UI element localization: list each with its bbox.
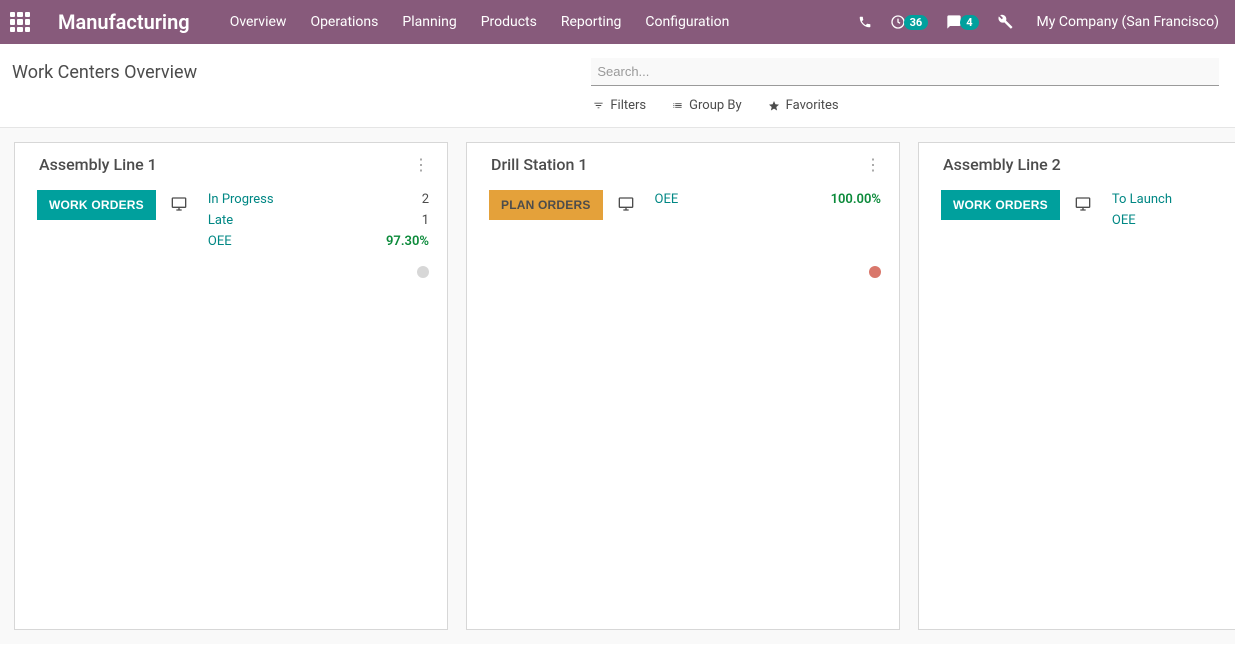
kebab-icon[interactable]: ⋮: [409, 157, 433, 173]
star-icon: [768, 100, 780, 112]
menu-overview[interactable]: Overview: [230, 14, 287, 30]
card-stats: In Progress 2 Late 1 OEE 97.30%: [208, 190, 429, 276]
phone-icon[interactable]: [858, 15, 872, 29]
messages-badge: 4: [960, 15, 978, 30]
stat-row: OEE: [1112, 213, 1219, 228]
card-title[interactable]: Drill Station 1: [491, 155, 587, 174]
workcenter-card: Assembly Line 2 WORK ORDERS To Launch OE…: [918, 142, 1235, 630]
stat-value: 100.00%: [831, 192, 881, 207]
work-orders-button[interactable]: WORK ORDERS: [37, 190, 156, 220]
stat-row: Late 1: [208, 213, 429, 228]
stat-label[interactable]: To Launch: [1112, 192, 1172, 207]
status-dot[interactable]: [869, 266, 881, 278]
monitor-icon[interactable]: [170, 196, 188, 212]
stat-row: OEE 97.30%: [208, 234, 429, 249]
stat-row: In Progress 2: [208, 192, 429, 207]
stat-label[interactable]: Late: [208, 213, 233, 228]
menu-planning[interactable]: Planning: [402, 14, 456, 30]
monitor-icon[interactable]: [617, 196, 635, 212]
filters-button[interactable]: Filters: [593, 98, 646, 113]
filters-label: Filters: [610, 98, 646, 113]
list-icon: [672, 100, 683, 111]
favorites-button[interactable]: Favorites: [768, 98, 839, 113]
kanban-board: Assembly Line 1 ⋮ WORK ORDERS In Progres…: [0, 128, 1235, 644]
activities-badge: 36: [904, 15, 929, 30]
work-orders-button[interactable]: WORK ORDERS: [941, 190, 1060, 220]
search-tools: Filters Group By Favorites: [591, 86, 1219, 127]
stat-value: 2: [422, 192, 429, 207]
filter-icon: [593, 100, 604, 111]
groupby-button[interactable]: Group By: [672, 98, 742, 113]
favorites-label: Favorites: [786, 98, 839, 113]
search-area: Filters Group By Favorites: [591, 58, 1219, 127]
topbar-right: 36 4 My Company (San Francisco): [858, 14, 1219, 30]
stat-value: 1: [422, 213, 429, 228]
messages-button[interactable]: 4: [946, 14, 978, 30]
apps-icon[interactable]: [10, 12, 30, 32]
stat-label[interactable]: OEE: [1112, 213, 1136, 228]
kebab-icon[interactable]: ⋮: [861, 157, 885, 173]
stat-label[interactable]: In Progress: [208, 192, 274, 207]
workcenter-card: Drill Station 1 ⋮ PLAN ORDERS OEE 100.00…: [466, 142, 900, 630]
stat-row: To Launch: [1112, 192, 1219, 207]
plan-orders-button[interactable]: PLAN ORDERS: [489, 190, 603, 220]
status-dot[interactable]: [417, 266, 429, 278]
groupby-label: Group By: [689, 98, 742, 113]
menu-reporting[interactable]: Reporting: [561, 14, 622, 30]
main-menu: Overview Operations Planning Products Re…: [230, 14, 858, 30]
control-panel: Work Centers Overview Filters Group By F…: [0, 44, 1235, 128]
app-title[interactable]: Manufacturing: [58, 10, 190, 34]
stat-row: OEE 100.00%: [655, 192, 881, 207]
activities-button[interactable]: 36: [890, 14, 929, 30]
card-title[interactable]: Assembly Line 1: [39, 155, 157, 174]
stat-value: 97.30%: [386, 234, 429, 249]
menu-products[interactable]: Products: [481, 14, 537, 30]
workcenter-card: Assembly Line 1 ⋮ WORK ORDERS In Progres…: [14, 142, 448, 630]
topbar: Manufacturing Overview Operations Planni…: [0, 0, 1235, 44]
card-stats: To Launch OEE: [1112, 190, 1219, 276]
card-stats: OEE 100.00%: [655, 190, 881, 276]
stat-label[interactable]: OEE: [655, 192, 679, 207]
card-title[interactable]: Assembly Line 2: [943, 155, 1061, 174]
page-title: Work Centers Overview: [12, 58, 591, 83]
search-input[interactable]: [591, 58, 1219, 86]
menu-configuration[interactable]: Configuration: [645, 14, 729, 30]
settings-icon[interactable]: [997, 14, 1013, 30]
stat-label[interactable]: OEE: [208, 234, 232, 249]
company-selector[interactable]: My Company (San Francisco): [1037, 14, 1219, 30]
monitor-icon[interactable]: [1074, 196, 1092, 212]
menu-operations[interactable]: Operations: [310, 14, 378, 30]
